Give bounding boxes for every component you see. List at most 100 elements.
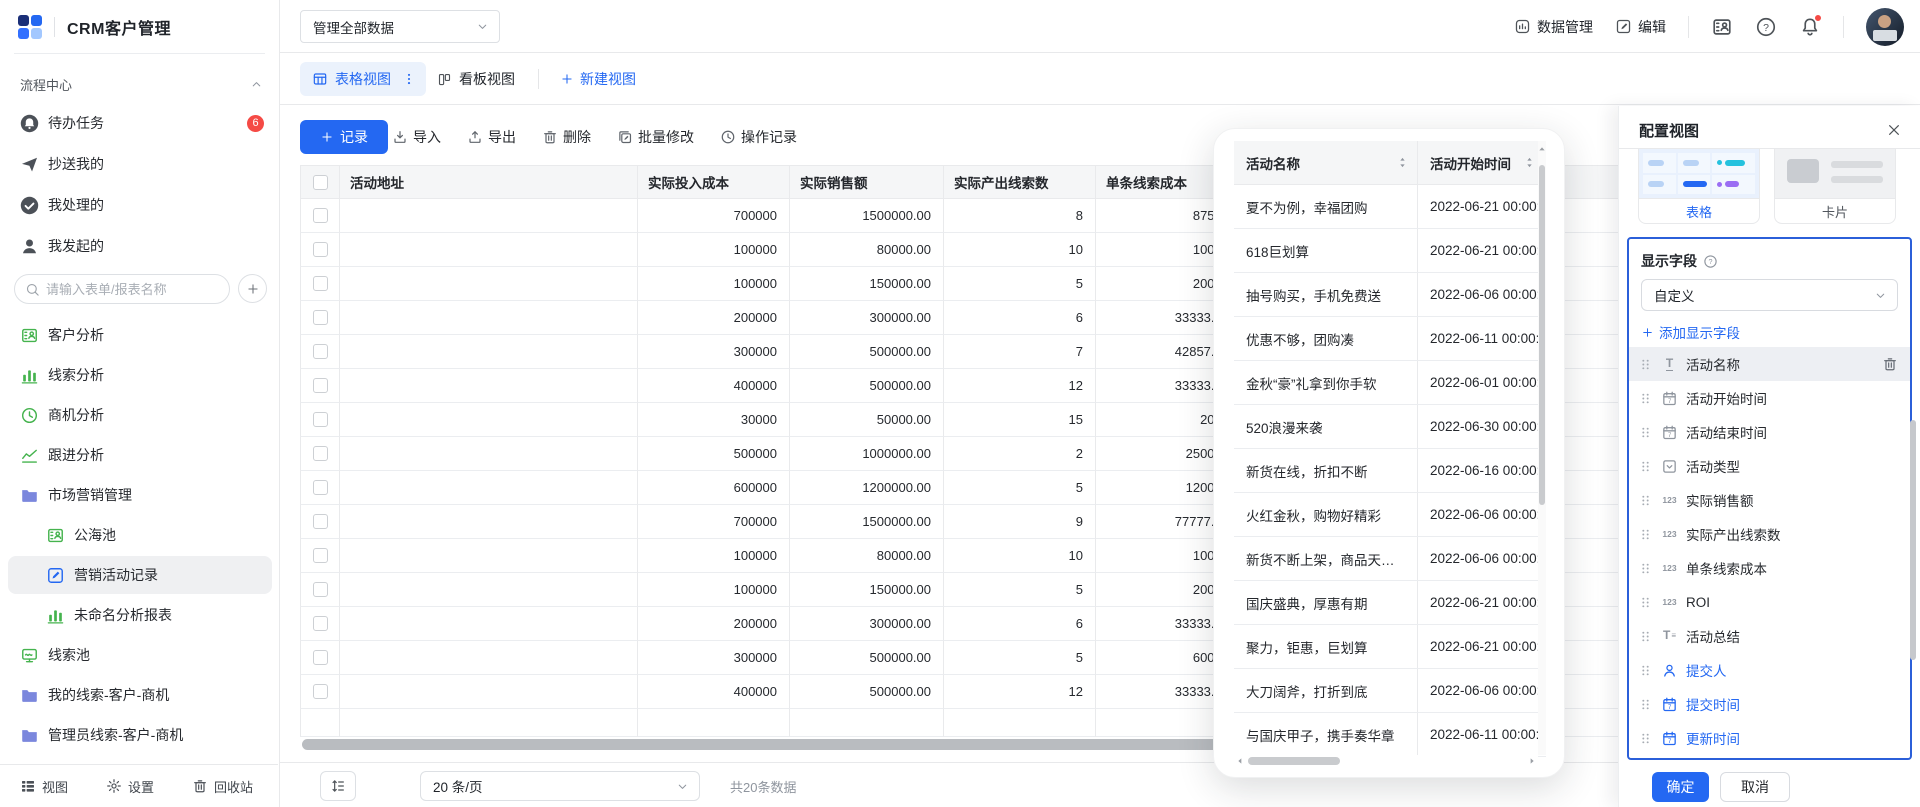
row-checkbox[interactable]: [313, 684, 328, 699]
popup-row[interactable]: 抽号购买，手机免费送 2022-06-06 00:00:00: [1234, 273, 1546, 317]
drag-handle-icon[interactable]: [1639, 459, 1652, 474]
display-field-row[interactable]: T 活动名称: [1629, 347, 1910, 381]
scroll-right-arrow[interactable]: [1528, 757, 1536, 765]
scroll-left-arrow[interactable]: [1236, 757, 1244, 765]
view-type-card-label[interactable]: 卡片: [1775, 198, 1895, 224]
scroll-up-arrow[interactable]: [1538, 145, 1546, 153]
sidebar-footer-view-list[interactable]: 视图: [20, 777, 68, 796]
display-field-row[interactable]: 活动类型: [1629, 449, 1910, 483]
toolbar-batch-edit-button[interactable]: 批量修改: [617, 127, 694, 147]
view-type-table-card[interactable]: 表格: [1638, 149, 1760, 224]
chevron-up-icon[interactable]: [250, 78, 263, 91]
popup-row[interactable]: 520浪漫来袭 2022-06-30 00:00:00: [1234, 405, 1546, 449]
view-type-card-card[interactable]: 卡片: [1774, 149, 1896, 224]
toolbar-trash-button[interactable]: 删除: [542, 127, 591, 147]
new-view-button[interactable]: 新建视图: [560, 62, 636, 96]
contacts-icon[interactable]: [1711, 16, 1733, 38]
popup-horizontal-scrollbar[interactable]: [1234, 755, 1538, 767]
help-icon[interactable]: ?: [1755, 16, 1777, 38]
drag-handle-icon[interactable]: [1639, 527, 1652, 542]
display-field-row[interactable]: 7 活动开始时间: [1629, 381, 1910, 415]
display-field-row[interactable]: 7 提交时间: [1629, 687, 1910, 721]
sidebar-item-user[interactable]: 我发起的: [0, 231, 280, 261]
popup-row[interactable]: 新货不断上架，商品天… 2022-06-06 00:00:00: [1234, 537, 1546, 581]
popup-row[interactable]: 火红金秋，购物好精彩 2022-06-06 00:00:00: [1234, 493, 1546, 537]
sidebar-search-input[interactable]: [46, 282, 206, 297]
row-checkbox[interactable]: [313, 208, 328, 223]
popup-row[interactable]: 大刀阔斧，打折到底 2022-06-06 00:00:00: [1234, 669, 1546, 713]
popup-row[interactable]: 夏不为例，幸福团购 2022-06-21 00:00:00: [1234, 185, 1546, 229]
edit-button[interactable]: 编辑: [1615, 17, 1666, 37]
row-checkbox[interactable]: [313, 310, 328, 325]
sidebar-nav-5[interactable]: 市场营销管理: [0, 480, 280, 510]
sidebar-nav-1[interactable]: 客户分析: [0, 320, 280, 350]
display-field-row[interactable]: 123 实际产出线索数: [1629, 517, 1910, 551]
field-mode-select[interactable]: 自定义: [1641, 279, 1898, 311]
drag-handle-icon[interactable]: [1639, 731, 1652, 746]
row-checkbox[interactable]: [313, 344, 328, 359]
row-checkbox[interactable]: [313, 276, 328, 291]
row-checkbox[interactable]: [313, 616, 328, 631]
notification-bell-icon[interactable]: [1799, 16, 1821, 38]
popup-row[interactable]: 国庆盛典，厚惠有期 2022-06-21 00:00:00: [1234, 581, 1546, 625]
scrollbar-thumb[interactable]: [1248, 757, 1340, 765]
sidebar-item-todo-bell[interactable]: 待办任务6: [0, 108, 280, 138]
scope-select[interactable]: 管理全部数据: [300, 10, 500, 43]
toolbar-import-down-button[interactable]: 导入: [392, 127, 441, 147]
toolbar-export-up-button[interactable]: 导出: [467, 127, 516, 147]
scrollbar-thumb[interactable]: [1539, 165, 1545, 505]
sidebar-nav-8[interactable]: 未命名分析报表: [0, 600, 280, 630]
cancel-button[interactable]: 取消: [1720, 772, 1790, 802]
row-checkbox[interactable]: [313, 514, 328, 529]
popup-column-name[interactable]: 活动名称: [1234, 141, 1418, 184]
tab-table-view[interactable]: 表格视图: [300, 62, 426, 96]
drag-handle-icon[interactable]: [1639, 697, 1652, 712]
row-checkbox[interactable]: [313, 650, 328, 665]
page-size-select[interactable]: 20 条/页: [420, 771, 700, 801]
row-checkbox[interactable]: [313, 446, 328, 461]
sidebar-nav-10[interactable]: 我的线索-客户-商机: [0, 680, 280, 710]
row-checkbox[interactable]: [313, 378, 328, 393]
row-checkbox[interactable]: [313, 480, 328, 495]
sort-icon[interactable]: [1396, 156, 1409, 169]
drag-handle-icon[interactable]: [1639, 357, 1652, 372]
more-dots-icon[interactable]: [402, 71, 416, 87]
drag-handle-icon[interactable]: [1639, 493, 1652, 508]
panel-scrollbar-thumb[interactable]: [1910, 420, 1916, 660]
add-record-button[interactable]: 记录: [300, 120, 388, 154]
popup-column-start[interactable]: 活动开始时间: [1418, 141, 1538, 184]
delete-field-icon[interactable]: [1882, 356, 1898, 372]
sidebar-nav-11[interactable]: 管理员线索-客户-商机: [0, 720, 280, 750]
drag-handle-icon[interactable]: [1639, 425, 1652, 440]
popup-vertical-scrollbar[interactable]: [1538, 141, 1546, 755]
sidebar-search[interactable]: [14, 274, 230, 304]
display-field-row[interactable]: 123 ROI: [1629, 585, 1910, 619]
drag-handle-icon[interactable]: [1639, 629, 1652, 644]
toolbar-history-clock-button[interactable]: 操作记录: [720, 127, 797, 147]
confirm-button[interactable]: 确定: [1652, 772, 1709, 802]
sidebar-item-check-circle[interactable]: 我处理的: [0, 190, 280, 220]
select-all-checkbox[interactable]: [313, 175, 328, 190]
display-field-row[interactable]: 123 单条线索成本: [1629, 551, 1910, 585]
row-checkbox[interactable]: [313, 412, 328, 427]
sidebar-nav-3[interactable]: 商机分析: [0, 400, 280, 430]
sidebar-item-send[interactable]: 抄送我的: [0, 149, 280, 179]
sidebar-nav-4[interactable]: 跟进分析: [0, 440, 280, 470]
help-circle-icon[interactable]: ?: [1703, 254, 1718, 269]
user-avatar[interactable]: [1866, 8, 1904, 46]
sidebar-add-button[interactable]: [238, 274, 267, 303]
display-field-row[interactable]: 123 实际销售额: [1629, 483, 1910, 517]
add-display-field-button[interactable]: 添加显示字段: [1641, 322, 1740, 342]
display-field-row[interactable]: 7 活动结束时间: [1629, 415, 1910, 449]
sidebar-footer-gear[interactable]: 设置: [106, 777, 154, 796]
row-checkbox[interactable]: [313, 548, 328, 563]
drag-handle-icon[interactable]: [1639, 595, 1652, 610]
row-height-button[interactable]: [320, 771, 356, 801]
close-icon[interactable]: [1886, 122, 1902, 138]
drag-handle-icon[interactable]: [1639, 561, 1652, 576]
sidebar-section-process[interactable]: 流程中心: [20, 72, 263, 96]
sort-icon[interactable]: [1523, 156, 1536, 169]
row-checkbox[interactable]: [313, 242, 328, 257]
popup-row[interactable]: 优惠不够，团购凑 2022-06-11 00:00:00: [1234, 317, 1546, 361]
popup-row[interactable]: 新货在线，折扣不断 2022-06-16 00:00:00: [1234, 449, 1546, 493]
